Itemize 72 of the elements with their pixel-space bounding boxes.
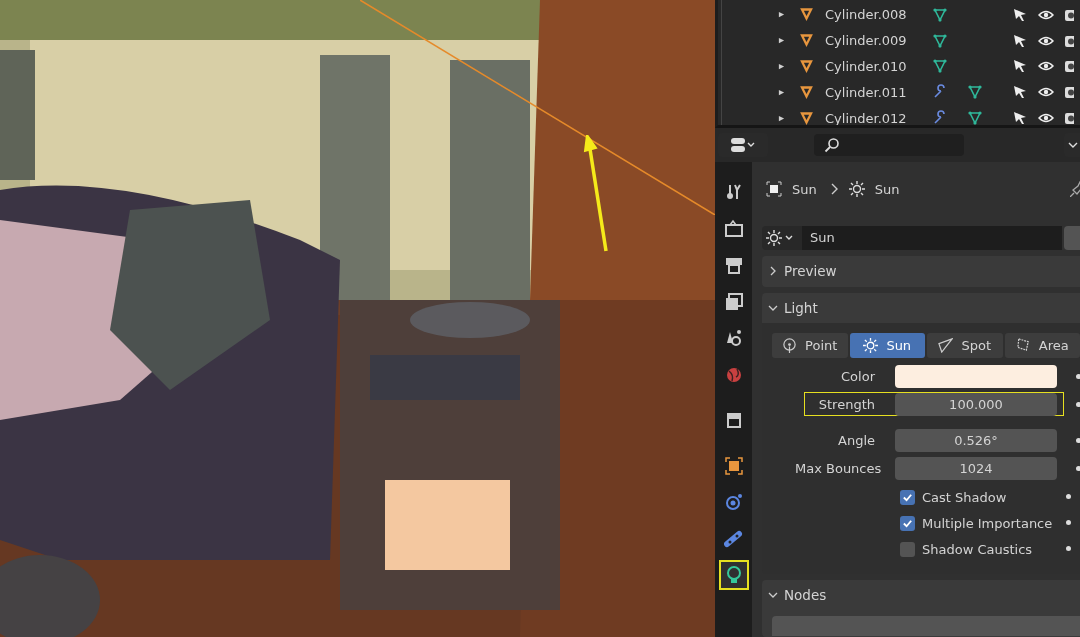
- mesh-object-icon: [798, 83, 815, 101]
- point-light-icon[interactable]: [782, 338, 798, 353]
- caret-icon[interactable]: [1068, 141, 1078, 149]
- field-label: Angle: [837, 432, 876, 448]
- light-type-button[interactable]: Area: [1004, 333, 1080, 358]
- cursor-icon[interactable]: [1012, 32, 1028, 49]
- editor-type-icon[interactable]: [730, 137, 756, 153]
- field-label: Max Bounces: [795, 460, 883, 476]
- cursor-icon[interactable]: [1012, 6, 1028, 23]
- camera-icon[interactable]: [1064, 110, 1074, 125]
- light-type-button[interactable]: Spot: [927, 333, 1003, 358]
- mesh-data-icon[interactable]: [967, 110, 983, 125]
- object-name[interactable]: Cylinder.008: [825, 7, 925, 23]
- nodes-panel-header[interactable]: Nodes: [762, 580, 1080, 610]
- object-name[interactable]: Cylinder.011: [825, 84, 925, 100]
- light-name-field[interactable]: Sun: [802, 226, 1062, 250]
- object-name[interactable]: Cylinder.010: [825, 59, 925, 74]
- number-field[interactable]: 1024: [895, 456, 1057, 480]
- camera-icon[interactable]: [1064, 84, 1074, 101]
- object-name[interactable]: Cylinder.009: [825, 33, 925, 49]
- checkbox-label[interactable]: Multiple Importance: [922, 515, 1053, 531]
- expand-arrow-icon[interactable]: [778, 114, 785, 122]
- mesh-data-icon[interactable]: [967, 84, 983, 101]
- light-type-button[interactable]: Sun: [849, 333, 925, 358]
- keyframe-dot-icon[interactable]: [1066, 520, 1071, 525]
- spot-light-icon[interactable]: [938, 338, 954, 353]
- cursor-icon[interactable]: [1012, 58, 1028, 75]
- sun-icon: [848, 181, 865, 197]
- expand-arrow-icon[interactable]: [778, 63, 785, 70]
- color-swatch[interactable]: [895, 364, 1057, 388]
- checkbox-label[interactable]: Cast Shadow: [922, 489, 1007, 505]
- use-nodes-button[interactable]: [772, 616, 1080, 636]
- chevron-icon[interactable]: [768, 590, 778, 600]
- mesh-object-icon: [798, 58, 815, 75]
- preview-panel-header[interactable]: Preview: [762, 256, 1080, 286]
- mesh-object-icon: [798, 32, 815, 50]
- object-icon: [766, 181, 782, 197]
- chevron-right-icon: [830, 183, 839, 195]
- light-type-button[interactable]: Point: [772, 333, 848, 358]
- keyframe-dot-icon[interactable]: [1076, 438, 1080, 443]
- camera-icon[interactable]: [1064, 58, 1074, 75]
- light-data-name: Sun: [874, 181, 900, 197]
- search-icon: [824, 137, 840, 153]
- mesh-object-icon: [798, 6, 815, 24]
- checkbox[interactable]: [900, 541, 915, 557]
- mesh-data-icon[interactable]: [932, 32, 948, 49]
- area-light-icon[interactable]: [1015, 338, 1031, 353]
- number-field[interactable]: 0.526°: [895, 428, 1057, 452]
- mesh-object-icon: [798, 109, 815, 125]
- object-name: Sun: [792, 181, 817, 197]
- cursor-icon[interactable]: [1012, 110, 1028, 125]
- field-label: Color: [840, 368, 876, 384]
- chevron-icon[interactable]: [768, 303, 778, 313]
- object-name[interactable]: Cylinder.012: [825, 110, 925, 125]
- sun-icon[interactable]: [863, 338, 879, 353]
- sun-dropdown-icon[interactable]: [766, 230, 794, 246]
- light-browse-button[interactable]: [762, 226, 802, 250]
- chevron-icon[interactable]: [768, 266, 778, 276]
- search-field[interactable]: [814, 134, 964, 156]
- keyframe-dot-icon[interactable]: [1066, 546, 1071, 551]
- cursor-icon[interactable]: [1012, 84, 1028, 101]
- checkbox-label[interactable]: Shadow Caustics: [922, 541, 1033, 557]
- expand-arrow-icon[interactable]: [778, 88, 785, 96]
- keyframe-dot-icon[interactable]: [1076, 374, 1080, 379]
- keyframe-dot-icon[interactable]: [1076, 402, 1080, 407]
- mesh-data-icon[interactable]: [932, 6, 948, 23]
- expand-arrow-icon[interactable]: [778, 11, 785, 19]
- expand-arrow-icon[interactable]: [778, 37, 785, 45]
- keyframe-dot-icon[interactable]: [1076, 466, 1080, 471]
- light-panel-header[interactable]: Light: [762, 293, 1080, 323]
- keyframe-dot-icon[interactable]: [1066, 494, 1071, 499]
- mesh-data-icon[interactable]: [932, 58, 948, 75]
